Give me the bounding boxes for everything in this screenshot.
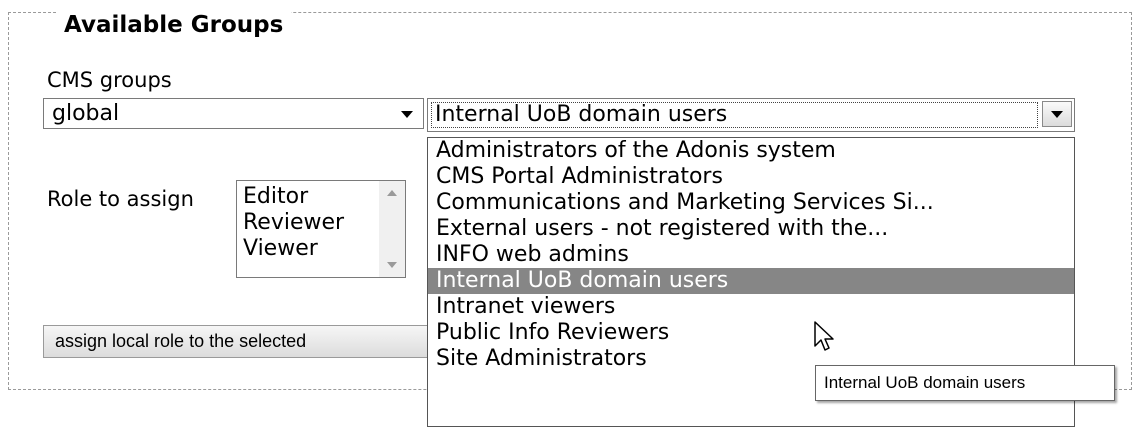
group-select[interactable]: Internal UoB domain users	[427, 98, 1075, 132]
fieldset-legend: Available Groups	[56, 10, 292, 40]
tooltip: Internal UoB domain users	[815, 365, 1115, 401]
chevron-down-icon	[401, 111, 413, 118]
role-listbox-scrollbar[interactable]	[379, 181, 405, 277]
role-to-assign-label: Role to assign	[47, 187, 194, 211]
group-option[interactable]: Public Info Reviewers	[428, 320, 1074, 346]
group-select-dropdown-button[interactable]	[1042, 101, 1072, 127]
chevron-down-icon	[1051, 111, 1063, 118]
group-option[interactable]: CMS Portal Administrators	[428, 164, 1074, 190]
group-select-value: Internal UoB domain users	[435, 102, 728, 127]
assign-local-role-button[interactable]: assign local role to the selected	[43, 325, 431, 358]
cms-groups-label: CMS groups	[47, 68, 172, 92]
group-option-selected[interactable]: Internal UoB domain users	[428, 268, 1074, 294]
scope-select[interactable]: global	[43, 98, 424, 129]
group-option[interactable]: Communications and Marketing Services Si…	[428, 190, 1074, 216]
scope-select-value: global	[52, 101, 120, 126]
role-listbox[interactable]: Editor Reviewer Viewer	[236, 180, 406, 278]
mouse-pointer-icon	[814, 321, 836, 359]
group-option[interactable]: INFO web admins	[428, 242, 1074, 268]
group-option[interactable]: Administrators of the Adonis system	[428, 138, 1074, 164]
group-option[interactable]: External users - not registered with the…	[428, 216, 1074, 242]
scroll-down-arrow-icon[interactable]	[387, 262, 397, 268]
group-option[interactable]: Intranet viewers	[428, 294, 1074, 320]
scroll-up-arrow-icon[interactable]	[387, 190, 397, 196]
